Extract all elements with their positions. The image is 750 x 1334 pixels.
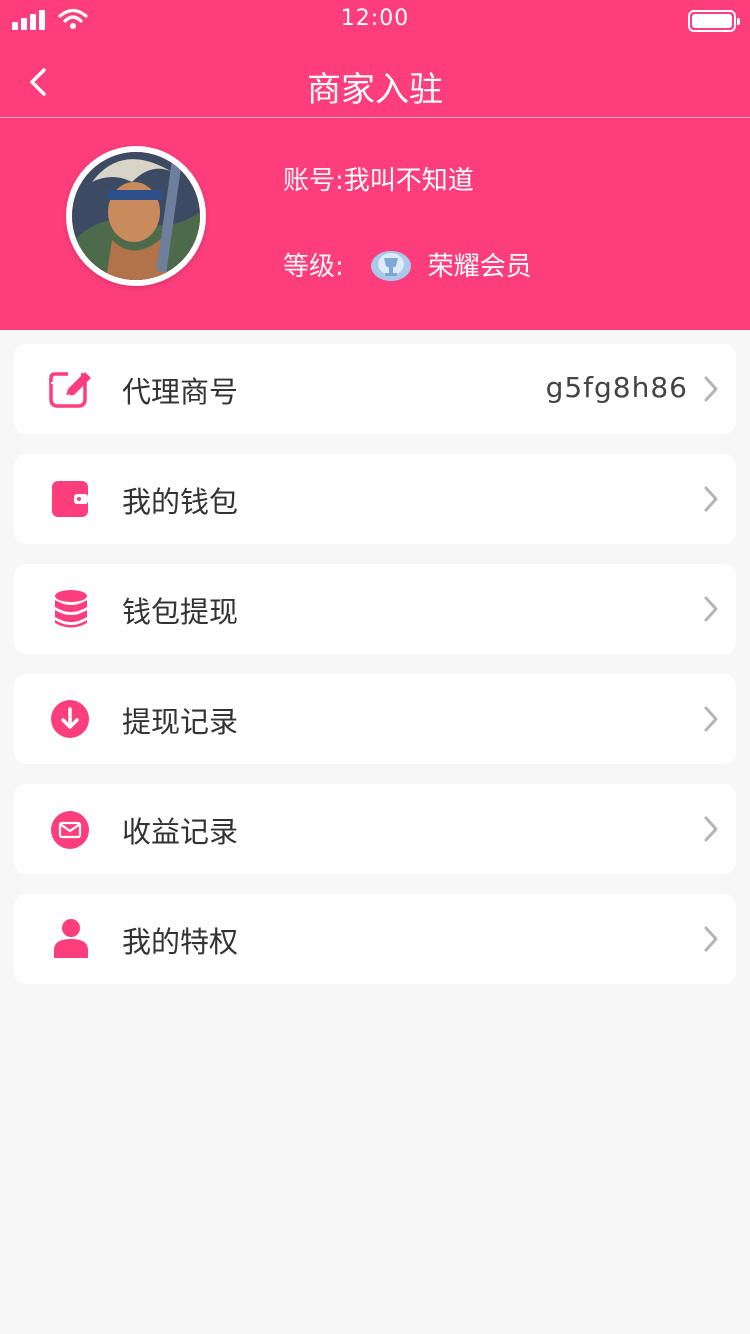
trophy-badge-icon [370,251,411,281]
menu-item-agent-number[interactable]: 代理商号 g5fg8h86 [14,344,736,434]
account-value: 我叫不知道 [343,166,474,196]
menu-item-label: 我的钱包 [122,485,239,519]
avatar-image [72,152,200,280]
chevron-right-icon [704,816,718,842]
menu-item-label: 钱包提现 [122,595,239,629]
menu-item-my-privileges[interactable]: 我的特权 [14,894,736,984]
level-value: 荣耀会员 [427,251,532,282]
menu-item-income-records[interactable]: 收益记录 [14,784,736,874]
database-icon [55,590,87,628]
mail-circle-icon [51,811,89,849]
agent-number-value: g5fg8h86 [545,371,688,404]
chevron-right-icon [704,926,718,952]
download-circle-icon [51,700,89,738]
battery-icon [688,10,740,32]
header: 12:00 商家入驻 账号: 我叫不知道 等级: 荣耀会员 [0,0,750,330]
menu-list: 代理商号 g5fg8h86 我的钱包 钱包提现 提现记录 收益记录 我的特权 [14,344,736,1004]
user-icon [54,919,88,958]
status-bar: 12:00 [0,0,750,40]
chevron-right-icon [704,486,718,512]
menu-item-label: 收益记录 [122,815,239,849]
level-info: 等级: 荣耀会员 [283,244,532,284]
edit-icon [49,372,91,408]
nav-bar: 商家入驻 [0,48,750,118]
menu-item-label: 提现记录 [122,705,239,739]
level-label: 等级: [283,251,344,282]
chevron-right-icon [704,376,718,402]
menu-item-withdraw-records[interactable]: 提现记录 [14,674,736,764]
chevron-right-icon [704,596,718,622]
menu-item-label: 代理商号 [122,375,239,409]
status-time: 12:00 [340,6,410,31]
account-label: 账号: [283,166,344,196]
page-title: 商家入驻 [307,70,443,110]
menu-item-label: 我的特权 [122,925,239,959]
chevron-right-icon [704,706,718,732]
wallet-icon [52,481,88,517]
avatar[interactable] [66,146,206,286]
menu-item-wallet-withdraw[interactable]: 钱包提现 [14,564,736,654]
account-info: 账号: 我叫不知道 [283,160,474,197]
menu-item-my-wallet[interactable]: 我的钱包 [14,454,736,544]
